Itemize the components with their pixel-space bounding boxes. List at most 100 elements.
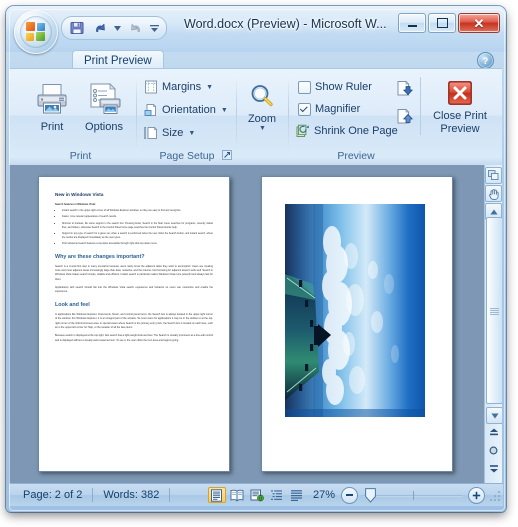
ribbon-group-print: Print Options Print <box>24 71 137 163</box>
next-page-icon <box>397 80 413 95</box>
show-ruler-checkbox-box <box>298 80 311 94</box>
document-image <box>285 204 425 417</box>
options-button[interactable]: Options <box>78 75 130 141</box>
group-title-page-setup: Page Setup <box>159 150 215 162</box>
previous-page-icon <box>397 108 413 123</box>
next-page-button[interactable] <box>393 78 415 98</box>
view-buttons <box>207 487 307 503</box>
outline-view-button[interactable] <box>268 487 286 503</box>
scrollbar-thumb[interactable] <box>486 217 502 404</box>
document-page-1[interactable]: New in Windows Vista Search features in … <box>38 176 230 472</box>
previous-object-icon[interactable] <box>488 427 499 438</box>
next-object-icon[interactable] <box>488 463 499 474</box>
select-browse-object-icon[interactable] <box>488 445 499 456</box>
orientation-caret-down-icon: ▼ <box>220 106 228 114</box>
title-bar: Word.docx (Preview) - Microsoft W... ✕ <box>6 6 506 54</box>
list-item: Instant search in the upper-right corner… <box>62 209 213 213</box>
print-button[interactable]: Print <box>26 75 78 141</box>
tab-label: Print Preview <box>84 54 152 67</box>
maximize-button[interactable] <box>428 13 456 33</box>
undo-icon[interactable] <box>90 19 109 37</box>
zoom-button-label: Zoom <box>247 113 277 125</box>
print-button-label: Print <box>40 121 64 133</box>
ribbon-group-preview: Show Ruler Magnifier Shrink One Page Clo… <box>289 71 499 163</box>
doc-para-a2: Applications with search should fall int… <box>55 286 213 294</box>
magnifier-checkbox[interactable]: Magnifier <box>295 99 363 119</box>
window-title: Word.docx (Preview) - Microsoft W... <box>184 17 387 31</box>
zoom-in-button[interactable] <box>468 486 485 504</box>
margins-icon <box>145 80 157 94</box>
zoom-slider[interactable] <box>363 488 463 503</box>
size-icon <box>144 126 158 140</box>
doc-para-b1: In applications like Windows Explorer, D… <box>55 312 213 329</box>
zoom-out-button[interactable] <box>341 486 358 504</box>
list-item: Point advanced search features a top-dow… <box>62 242 213 246</box>
vertical-scrollbar[interactable] <box>484 165 502 483</box>
list-item: Support in any type of search for a give… <box>62 232 213 240</box>
scroll-down-icon[interactable] <box>486 407 502 424</box>
close-print-preview-button[interactable]: Close Print Preview <box>429 75 491 145</box>
doc-bullet-list: Instant search in the upper-right corner… <box>55 209 213 246</box>
doc-para-a1: Search is a crucial first step in many s… <box>55 264 213 281</box>
customize-qat-caret-down-icon[interactable] <box>149 19 160 37</box>
magnifier-checkbox-box <box>298 102 311 116</box>
size-caret-down-icon: ▼ <box>188 129 196 137</box>
margins-button[interactable]: Margins ▼ <box>141 77 216 97</box>
show-ruler-checkbox[interactable]: Show Ruler <box>295 77 375 97</box>
draft-view-button[interactable] <box>288 487 306 503</box>
zoom-caret-down-icon: ▼ <box>259 125 266 132</box>
status-bar: Page: 2 of 2 Words: 382 27% <box>9 483 503 506</box>
group-title-print: Print <box>69 150 92 162</box>
magnifier-icon <box>248 79 276 113</box>
help-icon[interactable]: ? <box>477 52 494 69</box>
document-canvas[interactable]: New in Windows Vista Search features in … <box>9 165 502 483</box>
printer-icon <box>35 79 69 119</box>
ribbon: Print Options Print Margins ▼ Orientatio… <box>9 68 502 166</box>
full-screen-reading-view-button[interactable] <box>228 487 246 503</box>
redo-icon[interactable] <box>126 19 145 37</box>
close-button[interactable]: ✕ <box>458 13 500 33</box>
print-layout-view-button[interactable] <box>207 487 226 503</box>
undo-dropdown-caret-down-icon[interactable] <box>113 19 122 37</box>
previous-page-button[interactable] <box>393 106 415 126</box>
hand-pan-icon[interactable] <box>485 185 502 202</box>
orientation-button[interactable]: Orientation ▼ <box>141 100 231 120</box>
show-ruler-label: Show Ruler <box>315 81 372 93</box>
orientation-icon <box>144 103 157 116</box>
print-options-icon <box>86 79 122 119</box>
close-x-icon: ✕ <box>473 15 485 31</box>
margins-caret-down-icon: ▼ <box>206 83 214 91</box>
close-print-preview-label-2: Preview <box>440 122 480 135</box>
zoom-slider-thumb[interactable] <box>365 488 376 503</box>
shrink-one-page-button[interactable]: Shrink One Page <box>293 121 401 141</box>
close-x-icon <box>447 78 473 108</box>
zoom-percent-label: 27% <box>312 489 335 501</box>
resize-grip[interactable] <box>489 488 503 502</box>
page-indicator[interactable]: Page: 2 of 2 <box>9 487 92 503</box>
options-button-label: Options <box>85 121 123 133</box>
word-count[interactable]: Words: 382 <box>93 487 169 503</box>
save-icon[interactable] <box>67 19 86 37</box>
minimize-button[interactable] <box>398 13 426 33</box>
shrink-one-page-label: Shrink One Page <box>314 125 398 137</box>
office-button[interactable] <box>14 10 58 54</box>
page-setup-dialog-launcher[interactable] <box>221 149 233 161</box>
doc-para-b2: Because search is displayed at the top-r… <box>55 334 213 342</box>
web-layout-view-button[interactable] <box>248 487 266 503</box>
ribbon-group-page-setup: Margins ▼ Orientation ▼ Size ▼ Page Setu… <box>137 71 237 163</box>
document-page-2[interactable] <box>261 176 453 472</box>
window-controls: ✕ <box>398 13 500 33</box>
close-print-preview-label-1: Close Print <box>433 110 487 122</box>
doc-heading-2a: Why are these changes important? <box>55 253 145 260</box>
office-logo-icon <box>20 16 52 48</box>
size-button[interactable]: Size ▼ <box>141 123 198 143</box>
ribbon-tab-strip: Print Preview ? <box>68 50 502 70</box>
tab-print-preview[interactable]: Print Preview <box>72 50 164 70</box>
doc-heading-2b: Look and feel <box>55 301 90 308</box>
magnifier-label: Magnifier <box>315 103 361 115</box>
quick-access-toolbar <box>61 16 167 40</box>
split-window-icon[interactable] <box>485 167 502 184</box>
size-label: Size <box>162 127 184 139</box>
zoom-button[interactable]: Zoom ▼ <box>237 75 287 141</box>
group-title-preview: Preview <box>337 150 375 162</box>
